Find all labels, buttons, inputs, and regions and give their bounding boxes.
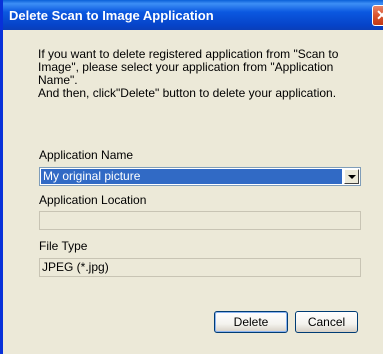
delete-button[interactable]: Delete: [214, 311, 288, 333]
instructions-text: If you want to delete registered applica…: [38, 48, 368, 100]
title-bar[interactable]: Delete Scan to Image Application ✕: [3, 0, 383, 30]
application-location-label: Application Location: [39, 193, 147, 207]
application-name-label: Application Name: [39, 148, 134, 162]
application-location-field: [39, 211, 361, 230]
application-name-selected[interactable]: My original picture: [41, 169, 342, 184]
close-icon[interactable]: ✕: [372, 5, 383, 26]
file-type-label: File Type: [39, 239, 88, 253]
instructions-line-2: And then, click"Delete" button to delete…: [38, 86, 337, 100]
file-type-field: JPEG (*.jpg): [39, 258, 361, 277]
instructions-line-1: If you want to delete registered applica…: [38, 47, 339, 87]
application-name-dropdown[interactable]: My original picture: [39, 167, 361, 186]
chevron-down-icon[interactable]: [344, 169, 359, 184]
dialog-window: Delete Scan to Image Application ✕ If yo…: [0, 0, 383, 354]
window-title: Delete Scan to Image Application: [9, 8, 214, 23]
dialog-body: If you want to delete registered applica…: [3, 30, 383, 354]
cancel-button[interactable]: Cancel: [295, 311, 358, 333]
